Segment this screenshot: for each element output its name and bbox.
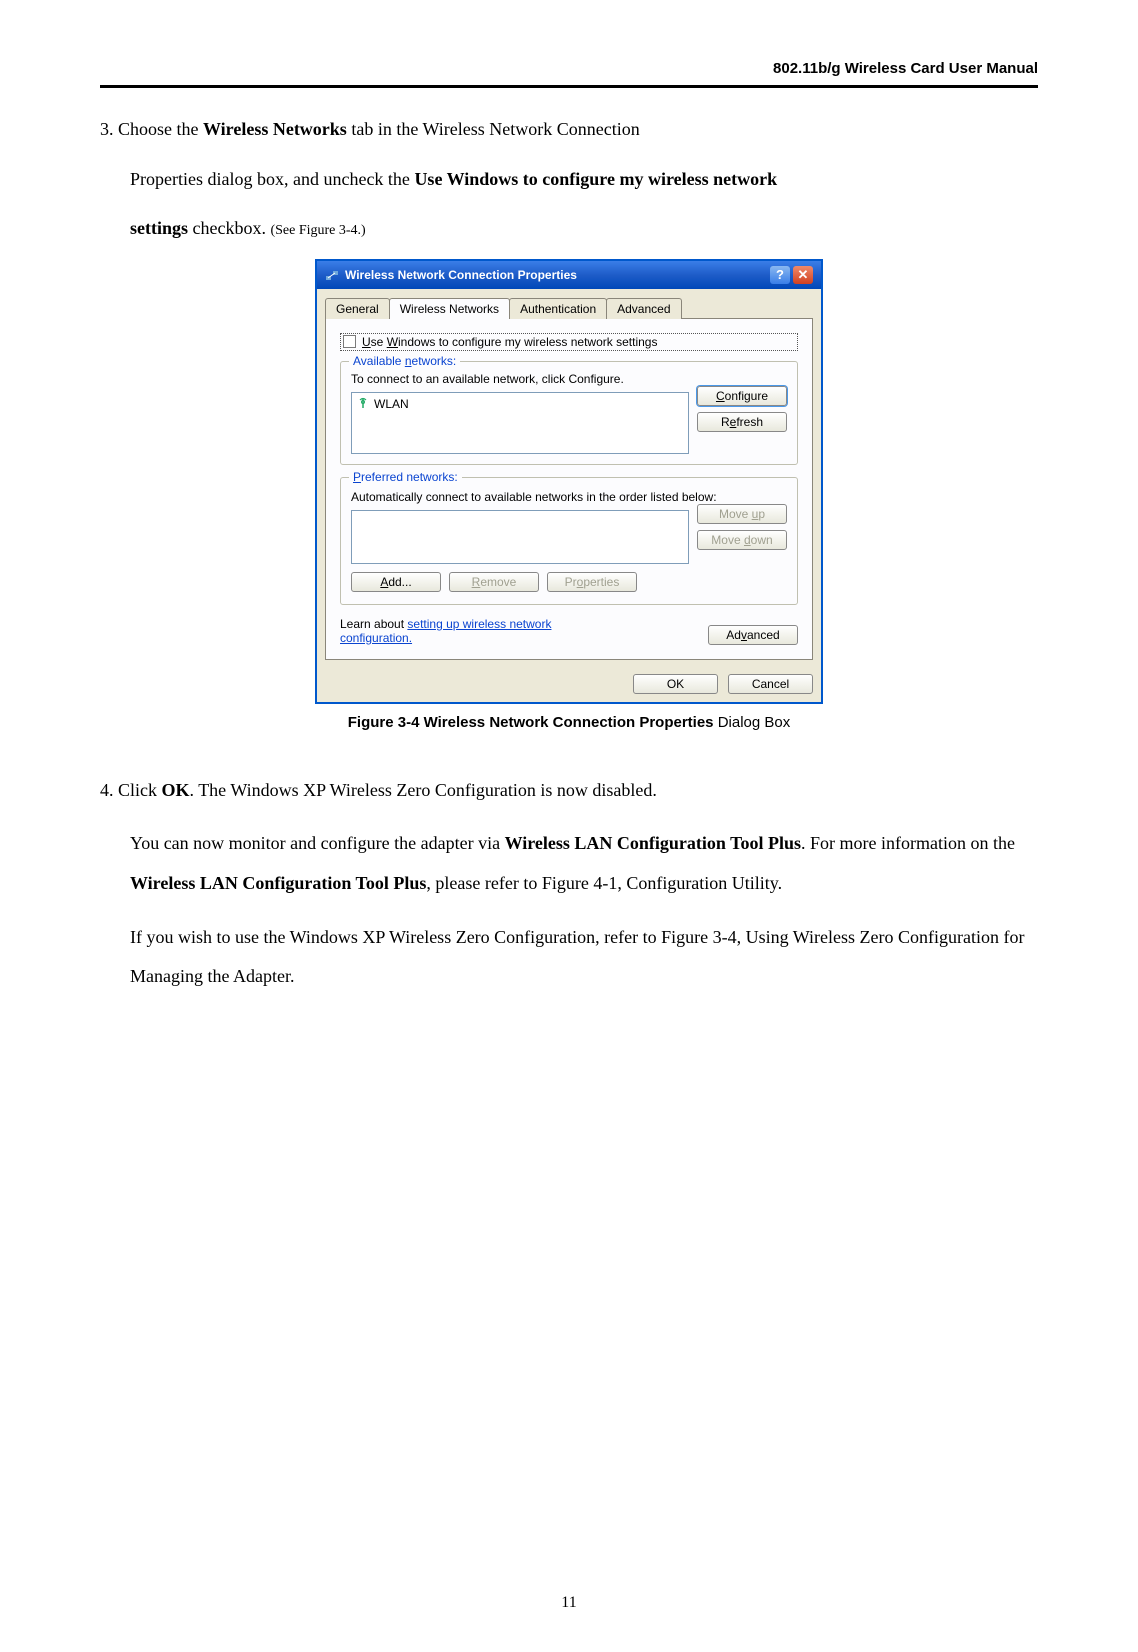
move-up-button[interactable]: Move up — [697, 504, 787, 524]
step-3-line3: settings checkbox. (See Figure 3-4.) — [130, 209, 1038, 249]
preferred-legend: Preferred networks: — [349, 470, 462, 484]
configure-button[interactable]: Configure — [697, 386, 787, 406]
preferred-instruction: Automatically connect to available netwo… — [351, 490, 787, 504]
text: Properties dialog box, and uncheck the — [130, 169, 414, 189]
add-button[interactable]: Add... — [351, 572, 441, 592]
text: 3. Choose the — [100, 119, 203, 139]
close-icon[interactable]: ✕ — [793, 266, 813, 284]
help-icon[interactable]: ? — [770, 266, 790, 284]
connection-icon — [325, 268, 339, 282]
learn-row: Learn about setting up wireless network … — [340, 617, 798, 645]
use-windows-checkbox-row[interactable]: Use Windows to configure my wireless net… — [340, 333, 798, 351]
page-number: 11 — [0, 1594, 1138, 1612]
move-down-button[interactable]: Move down — [697, 530, 787, 550]
remove-button[interactable]: Remove — [449, 572, 539, 592]
text: . The Windows XP Wireless Zero Configura… — [190, 780, 657, 800]
tab-wireless-networks[interactable]: Wireless Networks — [389, 298, 510, 319]
header-rule — [100, 85, 1038, 88]
step-4-line1: 4. Click OK. The Windows XP Wireless Zer… — [100, 771, 1038, 811]
titlebar: Wireless Network Connection Properties ?… — [317, 261, 821, 289]
caption-bold: Figure 3-4 Wireless Network Connection P… — [348, 714, 718, 731]
available-instruction: To connect to an available network, clic… — [351, 372, 787, 386]
step-4-p3: If you wish to use the Windows XP Wirele… — [130, 918, 1038, 997]
tab-strip: General Wireless Networks Authentication… — [325, 298, 813, 319]
antenna-icon — [356, 396, 370, 413]
available-networks-list[interactable]: WLAN — [351, 392, 689, 454]
step-3-line2: Properties dialog box, and uncheck the U… — [130, 160, 1038, 200]
text: Learn about — [340, 617, 407, 631]
tool-name: Wireless LAN Configuration Tool Plus — [505, 833, 801, 853]
tab-panel: Use Windows to configure my wireless net… — [325, 318, 813, 660]
step-4-p2: You can now monitor and configure the ad… — [130, 824, 1038, 903]
tab-name: Wireless Networks — [203, 119, 347, 139]
tab-authentication[interactable]: Authentication — [509, 298, 607, 319]
checkbox-label: Use Windows to configure my wireless net… — [362, 335, 657, 349]
text: You can now monitor and configure the ad… — [130, 833, 505, 853]
properties-dialog: Wireless Network Connection Properties ?… — [315, 259, 823, 704]
refresh-button[interactable]: Refresh — [697, 412, 787, 432]
figure-caption: Figure 3-4 Wireless Network Connection P… — [100, 714, 1038, 731]
preferred-networks-list[interactable] — [351, 510, 689, 564]
text: , please refer to Figure 4-1, Configurat… — [426, 873, 782, 893]
dialog-title: Wireless Network Connection Properties — [345, 268, 577, 282]
figure-ref: (See Figure 3-4.) — [270, 223, 365, 238]
list-item[interactable]: WLAN — [354, 395, 686, 414]
ok-button[interactable]: OK — [633, 674, 718, 694]
cancel-button[interactable]: Cancel — [728, 674, 813, 694]
properties-button[interactable]: Properties — [547, 572, 637, 592]
text: tab in the Wireless Network Connection — [347, 119, 640, 139]
network-name: WLAN — [374, 397, 409, 411]
available-legend: Available networks: — [349, 354, 460, 368]
preferred-networks-group: Preferred networks: Automatically connec… — [340, 477, 798, 605]
tool-name: Wireless LAN Configuration Tool Plus — [130, 873, 426, 893]
wireless-setup-link-2[interactable]: configuration. — [340, 631, 412, 645]
text: 4. Click — [100, 780, 162, 800]
text: . For more information on the — [801, 833, 1015, 853]
ok-label: OK — [162, 780, 190, 800]
manual-header: 802.11b/g Wireless Card User Manual — [773, 60, 1038, 77]
wireless-setup-link[interactable]: setting up wireless network — [407, 617, 551, 631]
text: checkbox. — [188, 218, 270, 238]
tab-general[interactable]: General — [325, 298, 390, 319]
option-name: settings — [130, 218, 188, 238]
tab-advanced[interactable]: Advanced — [606, 298, 681, 319]
advanced-button[interactable]: Advanced — [708, 625, 798, 645]
option-name: Use Windows to configure my wireless net… — [414, 169, 777, 189]
learn-text: Learn about setting up wireless network … — [340, 617, 551, 645]
caption-rest: Dialog Box — [718, 714, 791, 731]
available-networks-group: Available networks: To connect to an ava… — [340, 361, 798, 465]
checkbox-icon[interactable] — [343, 335, 356, 348]
step-3-text: 3. Choose the Wireless Networks tab in t… — [100, 110, 1038, 150]
